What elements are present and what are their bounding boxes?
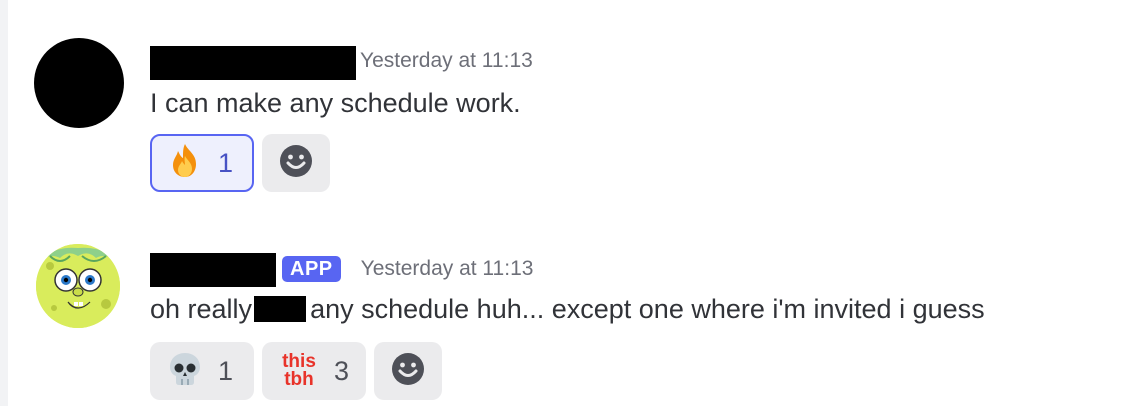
- this-tbh-bottom: tbh: [284, 369, 314, 390]
- smiley-add-icon: [278, 143, 314, 184]
- message-content: I can make any schedule work.: [150, 88, 521, 118]
- this-tbh-emoji-icon: this tbh: [278, 352, 320, 390]
- username-redacted[interactable]: [150, 253, 276, 287]
- message-text-start: oh really: [150, 294, 253, 324]
- reaction-this-tbh[interactable]: this tbh 3: [262, 342, 366, 400]
- message: Yesterday at 11:13 I can make any schedu…: [0, 30, 1148, 210]
- add-reaction-button[interactable]: [374, 342, 442, 400]
- fire-emoji-icon: [166, 142, 204, 185]
- avatar[interactable]: [34, 38, 124, 128]
- reaction-skull[interactable]: 1: [150, 342, 254, 400]
- message-header: Yesterday at 11:13: [150, 43, 533, 80]
- reaction-count: 1: [218, 147, 234, 178]
- timestamp[interactable]: Yesterday at 11:13: [360, 49, 533, 73]
- message-text-end: any schedule huh... except one where i'm…: [310, 294, 985, 324]
- smiley-add-icon: [390, 351, 426, 392]
- redacted-mention: [254, 296, 307, 322]
- message-header: APP Yesterday at 11:13: [150, 251, 533, 287]
- skull-emoji-icon: [166, 350, 204, 393]
- reactions-bar: 1: [150, 134, 330, 192]
- timestamp[interactable]: Yesterday at 11:13: [361, 257, 534, 281]
- username-redacted[interactable]: [150, 46, 356, 80]
- app-badge: APP: [282, 256, 341, 282]
- avatar[interactable]: [36, 244, 120, 328]
- reactions-bar: 1 this tbh 3: [150, 342, 442, 400]
- spongebob-avatar-icon: [36, 244, 120, 328]
- add-reaction-button[interactable]: [262, 134, 330, 192]
- reaction-fire[interactable]: 1: [150, 134, 254, 192]
- message-content: oh really any schedule huh... except one …: [150, 294, 985, 325]
- reaction-count: 3: [334, 355, 350, 386]
- reaction-count: 1: [218, 355, 234, 386]
- message: APP Yesterday at 11:13 oh really any sche…: [0, 238, 1148, 406]
